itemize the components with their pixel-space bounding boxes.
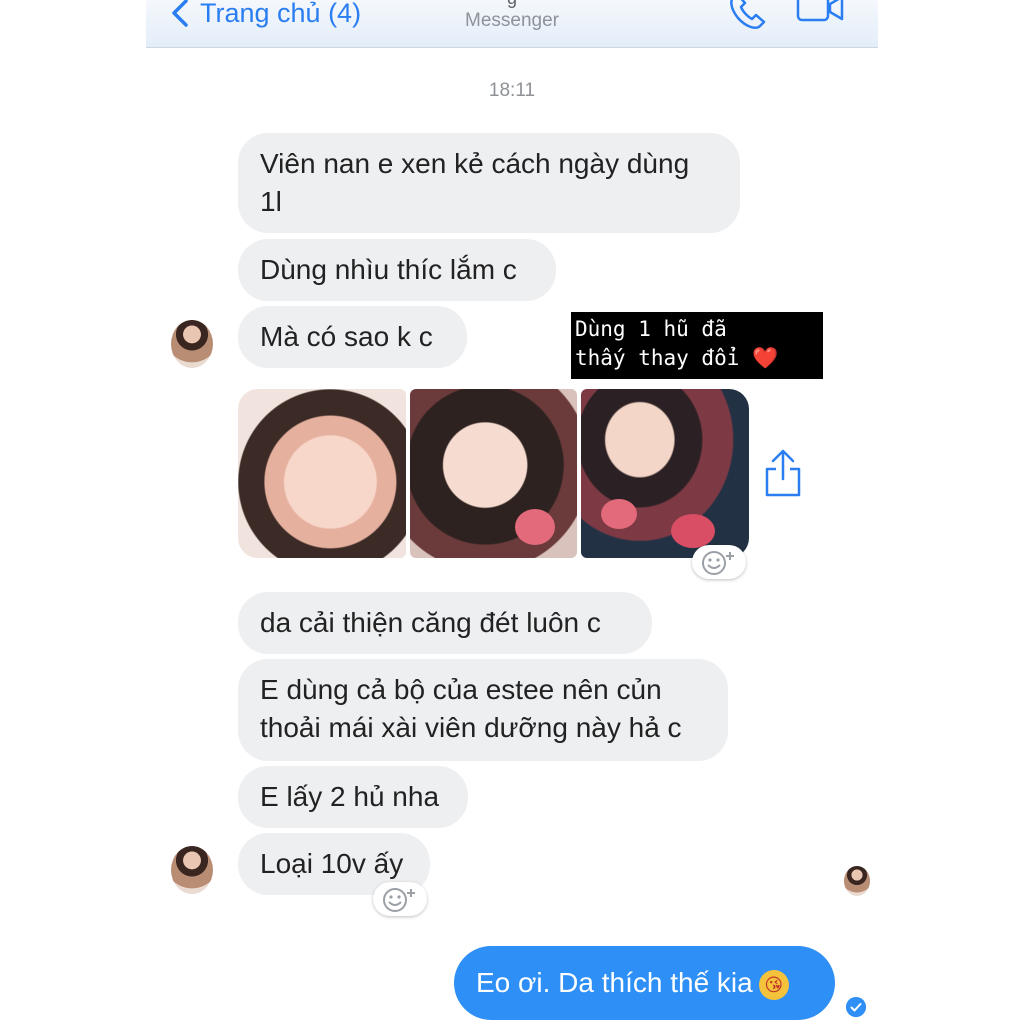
message-bubble[interactable]: Viên nan e xen kẻ cách ngày dùng 1l: [238, 133, 740, 233]
sticker-line-2-text: thấy thay đổi: [575, 346, 740, 370]
photo-pattern: [515, 509, 555, 545]
kiss-emoji: 😘: [758, 969, 789, 1000]
chat-header: Trang chủ (4) g Messenger: [146, 0, 878, 48]
shared-photo-3[interactable]: [581, 389, 749, 558]
message-bubble[interactable]: da cải thiện căng đét luôn c: [238, 592, 652, 654]
video-camera-icon[interactable]: [794, 0, 846, 26]
chat-screen: Trang chủ (4) g Messenger 18:11 Viên nan…: [146, 0, 878, 1024]
heart-emoji: ❤️: [752, 346, 779, 370]
my-message-text: Eo ơi. Da thích thế kia: [476, 967, 753, 998]
photo-pattern: [601, 499, 637, 529]
add-reaction-icon: [383, 888, 415, 912]
add-reaction-icon: [702, 551, 734, 575]
share-icon[interactable]: [763, 447, 803, 499]
add-reaction-button[interactable]: [692, 545, 746, 579]
text-sticker[interactable]: Dùng 1 hũ đã thấy thay đổi ❤️: [571, 312, 823, 379]
message-bubble[interactable]: Mà có sao k c: [238, 306, 467, 368]
read-receipt-avatar: [844, 866, 870, 896]
sender-avatar[interactable]: [171, 320, 213, 368]
add-reaction-button[interactable]: [373, 882, 427, 916]
seen-check-icon: [846, 997, 866, 1017]
shared-photo-1[interactable]: [238, 389, 406, 558]
message-timestamp: 18:11: [488, 80, 536, 101]
message-bubble[interactable]: E dùng cả bộ của estee nên củn thoải mái…: [238, 659, 728, 761]
my-message-bubble[interactable]: Eo ơi. Da thích thế kia 😘: [454, 946, 835, 1020]
phone-icon[interactable]: [726, 0, 770, 32]
message-bubble[interactable]: E lấy 2 hủ nha: [238, 766, 468, 828]
shared-photo-2[interactable]: [410, 389, 577, 558]
sticker-line-1: Dùng 1 hũ đã: [575, 317, 727, 341]
message-bubble[interactable]: Dùng nhìu thíc lắm c: [238, 239, 556, 301]
sender-avatar[interactable]: [171, 846, 213, 894]
photo-pattern: [671, 514, 715, 548]
sticker-line-2: thấy thay đổi ❤️: [575, 344, 819, 373]
